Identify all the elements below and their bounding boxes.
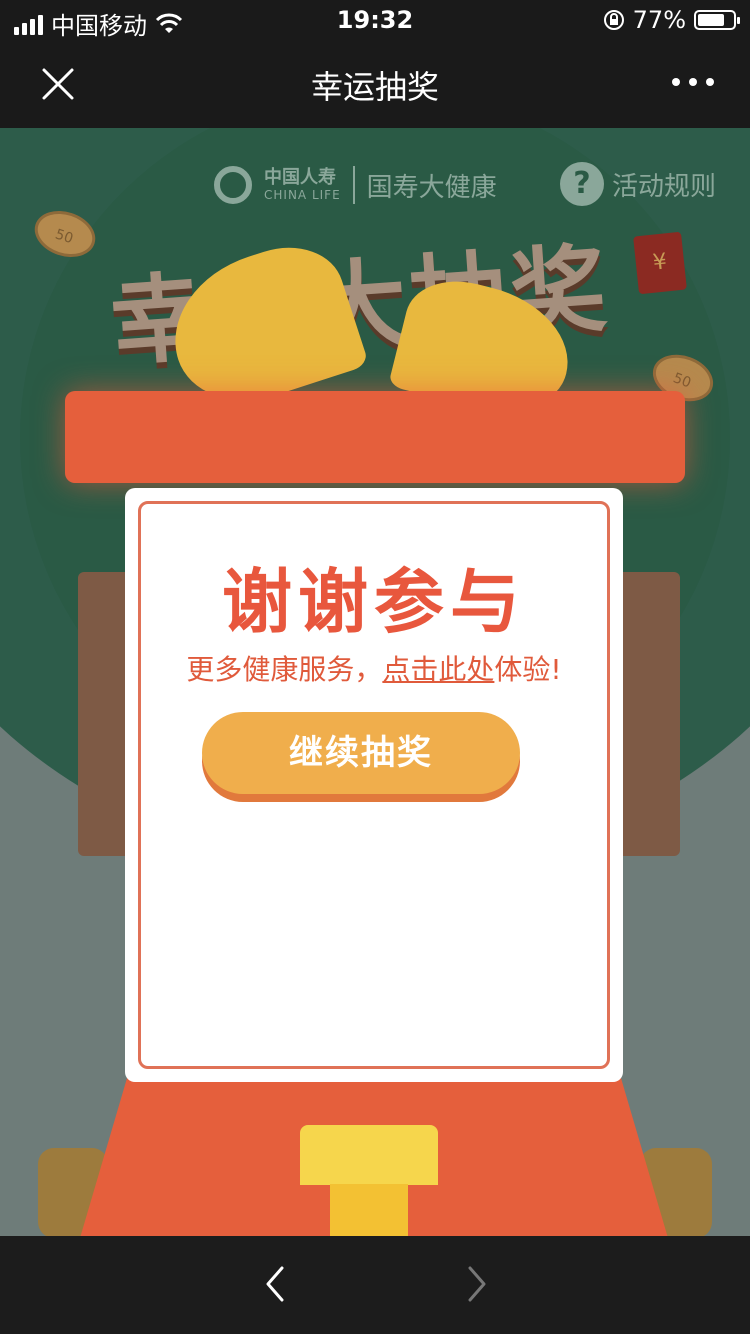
browser-toolbar <box>0 1236 750 1334</box>
battery-icon <box>694 10 740 30</box>
health-service-link[interactable]: 点击此处 <box>382 653 494 686</box>
subtitle-prefix: 更多健康服务， <box>186 653 383 686</box>
sub-brand: 国寿大健康 <box>366 172 497 203</box>
result-subtitle: 更多健康服务，点击此处体验! <box>125 648 623 688</box>
brand-en: CHINA LIFE <box>264 188 341 202</box>
brand-header: 中国人寿 CHINA LIFE 国寿大健康 <box>214 166 497 204</box>
battery-percent: 77% <box>632 6 686 34</box>
subtitle-suffix: 体验! <box>494 653 562 686</box>
china-life-logo-icon <box>214 166 252 204</box>
more-menu-icon[interactable] <box>672 78 714 86</box>
continue-draw-button[interactable]: 继续抽奖 <box>202 712 520 794</box>
nav-bar: 幸运抽奖 <box>0 40 750 128</box>
question-icon: ? <box>560 162 604 206</box>
result-title: 谢谢参与 <box>222 561 526 643</box>
brand-cn: 中国人寿 <box>264 167 336 188</box>
lottery-content: 中国人寿 CHINA LIFE 国寿大健康 ? 活动规则 幸运大抽奖 50 50… <box>0 128 750 1236</box>
rules-label: 活动规则 <box>612 171 717 202</box>
back-icon[interactable] <box>256 1264 296 1304</box>
gift-buckle-bottom <box>330 1184 408 1236</box>
result-card: 谢谢参与 更多健康服务，点击此处体验! 继续抽奖 <box>125 488 623 1082</box>
page-title: 幸运抽奖 <box>310 68 439 106</box>
red-envelope-icon: ¥ <box>633 231 687 295</box>
rules-link[interactable]: ? 活动规则 <box>560 162 716 206</box>
china-life-logo-text: 中国人寿 CHINA LIFE <box>264 167 341 202</box>
brand-divider <box>352 166 355 204</box>
battery-fill <box>698 14 725 26</box>
forward-icon[interactable] <box>458 1264 498 1304</box>
gift-buckle-top <box>300 1125 438 1185</box>
gift-box-lid <box>65 391 685 483</box>
rotation-lock-icon <box>603 10 624 30</box>
status-bar: 中国移动 19:32 77% <box>0 0 750 40</box>
status-right: 77% <box>603 6 740 34</box>
